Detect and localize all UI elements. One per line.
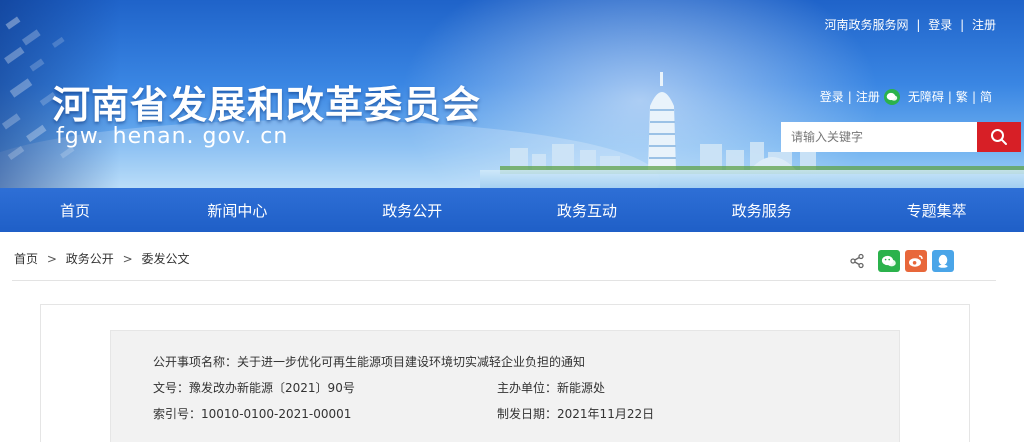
main-nav: 首页 新闻中心 政务公开 政务互动 政务服务 专题集萃 [0, 188, 1024, 232]
document-info-box: 公开事项名称：关于进一步优化可再生能源项目建设环境切实减轻企业负担的通知 文号：… [110, 330, 900, 442]
top-login-link[interactable]: 登录 [928, 18, 952, 32]
nav-item-gov-affairs[interactable]: 政务公开 [325, 188, 500, 232]
share-icon[interactable] [846, 250, 868, 272]
search-box [781, 122, 1021, 152]
doc-number-value: 豫发改办新能源〔2021〕90号 [189, 381, 355, 395]
doc-date-label: 制发日期： [497, 407, 558, 421]
wechat-share-icon[interactable] [878, 250, 900, 272]
service-net-link[interactable]: 河南政务服务网 [825, 18, 909, 32]
breadcrumb-separator: > [122, 252, 133, 266]
breadcrumb-documents[interactable]: 委发公文 [141, 252, 189, 266]
breadcrumb-home[interactable]: 首页 [14, 252, 38, 266]
doc-date: 制发日期：2021年11月22日 [497, 405, 654, 422]
breadcrumb-separator: > [46, 252, 57, 266]
login-link[interactable]: 登录 [820, 88, 844, 105]
search-icon [991, 129, 1007, 145]
search-input[interactable] [781, 122, 977, 152]
top-register-link[interactable]: 注册 [972, 18, 996, 32]
register-link[interactable]: 注册 [856, 88, 880, 105]
qq-share-icon[interactable] [932, 250, 954, 272]
doc-index-value: 10010-0100-2021-00001 [201, 407, 352, 421]
traditional-chinese-link[interactable]: 繁 [956, 88, 968, 105]
doc-date-value: 2021年11月22日 [557, 407, 655, 421]
search-button[interactable] [977, 122, 1021, 152]
top-links: 河南政务服务网 | 登录 | 注册 [825, 16, 996, 33]
nav-item-news[interactable]: 新闻中心 [150, 188, 325, 232]
doc-dept: 主办单位：新能源处 [497, 379, 605, 396]
doc-dept-value: 新能源处 [557, 381, 606, 395]
wechat-icon[interactable] [883, 88, 900, 105]
breadcrumb-divider [12, 280, 996, 281]
utility-links: 登录 | 注册 无障碍 | 繁 | 简 [820, 88, 992, 105]
top-links-separator: | [916, 18, 921, 32]
breadcrumb-gov-affairs[interactable]: 政务公开 [66, 252, 114, 266]
nav-item-topics[interactable]: 专题集萃 [849, 188, 1024, 232]
doc-index-row: 索引号：10010-0100-2021-00001 制发日期：2021年11月2… [153, 405, 654, 422]
site-title: 河南省发展和改革委员会 [52, 83, 482, 127]
weibo-share-icon[interactable] [905, 250, 927, 272]
util-separator: | [947, 89, 952, 104]
doc-index-label: 索引号： [153, 407, 202, 421]
simplified-chinese-link[interactable]: 简 [980, 88, 992, 105]
site-domain: fgw. henan. gov. cn [56, 124, 289, 149]
nav-item-services[interactable]: 政务服务 [674, 188, 849, 232]
breadcrumb: 首页 > 政务公开 > 委发公文 [14, 250, 189, 267]
share-toolbar [846, 250, 959, 272]
nav-item-interaction[interactable]: 政务互动 [500, 188, 675, 232]
accessibility-link[interactable]: 无障碍 [908, 88, 944, 105]
banner-waterfront [480, 170, 1024, 188]
util-separator: | [847, 89, 852, 104]
doc-title-value: 关于进一步优化可再生能源项目建设环境切实减轻企业负担的通知 [237, 355, 586, 369]
doc-number-label: 文号： [153, 381, 190, 395]
doc-title-row: 公开事项名称：关于进一步优化可再生能源项目建设环境切实减轻企业负担的通知 [153, 353, 585, 370]
doc-title-label: 公开事项名称： [153, 355, 238, 369]
doc-dept-label: 主办单位： [497, 381, 558, 395]
site-banner: 河南省发展和改革委员会 fgw. henan. gov. cn 河南政务服务网 … [0, 0, 1024, 188]
top-links-separator: | [960, 18, 965, 32]
util-separator: | [971, 89, 976, 104]
nav-item-home[interactable]: 首页 [0, 188, 150, 232]
doc-number-row: 文号：豫发改办新能源〔2021〕90号 主办单位：新能源处 [153, 379, 605, 396]
